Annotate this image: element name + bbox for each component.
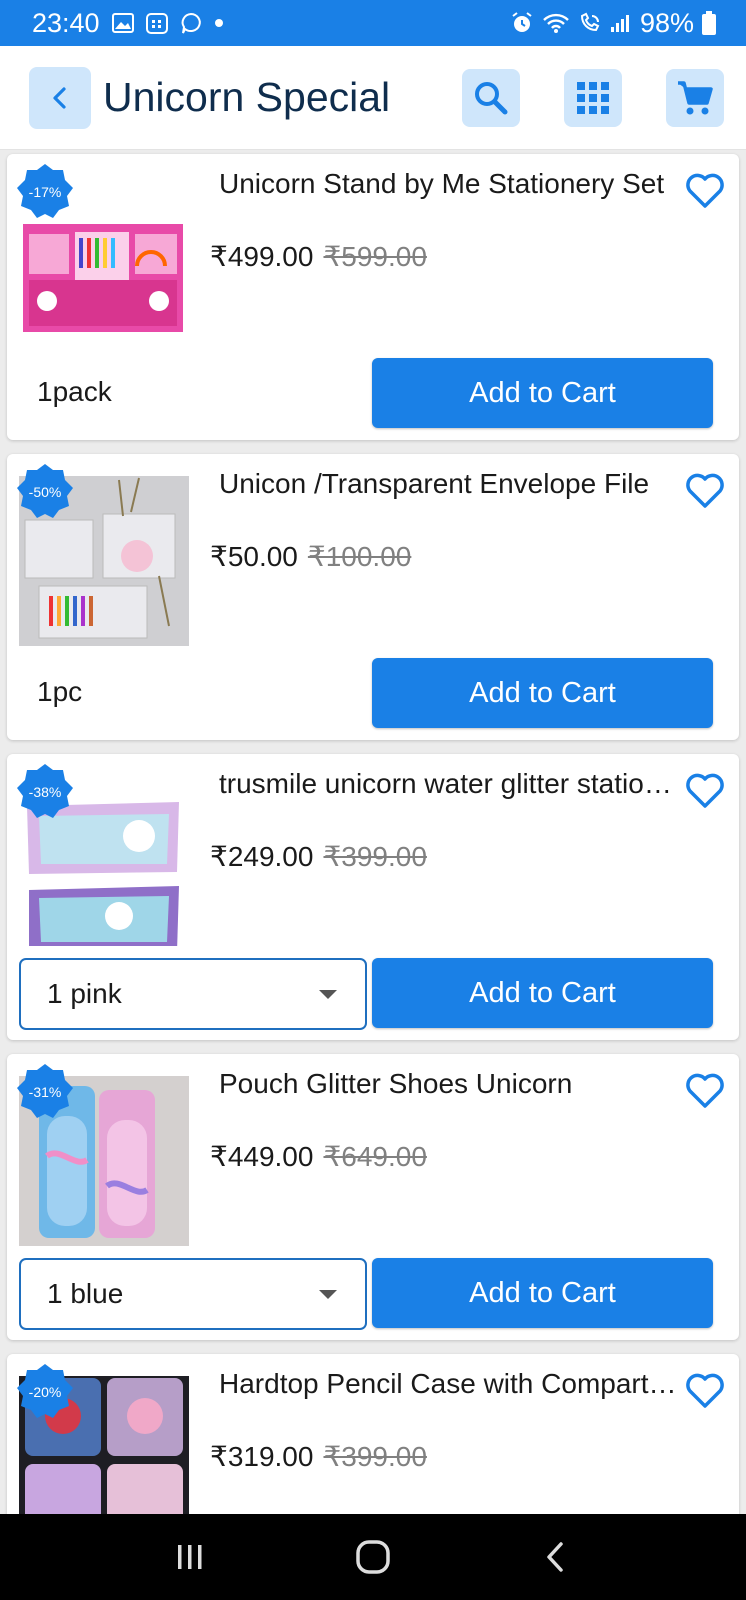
product-title[interactable]: Pouch Glitter Shoes Unicorn [219,1068,679,1100]
price-row: ₹499.00 ₹599.00 [210,240,427,273]
status-bar: 23:40 98% [0,0,746,46]
add-to-cart-button[interactable]: Add to Cart [372,658,713,728]
recent-apps-icon[interactable] [172,1539,208,1575]
wifi-icon [542,12,570,34]
discount-badge: -50% [17,464,73,520]
search-button[interactable] [462,68,520,127]
dot-icon [214,18,224,28]
system-nav-bar [0,1514,746,1600]
product-price: ₹249.00 [210,841,314,872]
product-price: ₹449.00 [210,1141,314,1172]
heart-icon[interactable] [683,168,727,212]
variant-value: 1 pink [47,978,122,1009]
heart-icon[interactable] [683,1368,727,1412]
status-time: 23:40 [32,7,100,38]
product-unit: 1pack [37,376,112,407]
back-button[interactable] [29,66,91,129]
search-icon [475,81,508,114]
discount-badge: -17% [17,164,73,220]
add-to-cart-button[interactable]: Add to Cart [372,358,713,428]
product-old-price: ₹399.00 [323,841,427,872]
product-old-price: ₹599.00 [323,241,427,272]
discount-badge: -20% [17,1364,73,1420]
product-card[interactable]: -20% Hardtop Pencil Case with Compartmen… [7,1354,739,1514]
grid-view-button[interactable] [564,68,622,127]
home-icon[interactable] [353,1537,393,1577]
product-title[interactable]: trusmile unicorn water glitter stationer… [219,768,679,800]
signal-icon [610,13,632,33]
alarm-icon [510,11,534,35]
product-list[interactable]: -17% Unicorn Stand by Me Stationery Set … [0,150,746,1514]
dropdown-arrow-icon [319,1290,337,1299]
heart-icon[interactable] [683,1068,727,1112]
product-price: ₹50.00 [210,541,298,572]
heart-icon[interactable] [683,768,727,812]
product-card[interactable]: -38% trusmile unicorn water glitter stat… [7,754,739,1040]
variant-select[interactable]: 1 blue [19,1258,367,1330]
product-price: ₹319.00 [210,1441,314,1472]
product-old-price: ₹649.00 [323,1141,427,1172]
battery-icon [702,11,716,35]
product-title[interactable]: Hardtop Pencil Case with Compartments [219,1368,679,1400]
cart-icon [678,80,713,114]
wifi-call-icon [578,12,602,34]
add-to-cart-button[interactable]: Add to Cart [372,1258,713,1328]
back-icon[interactable] [538,1539,574,1575]
product-card[interactable]: -17% Unicorn Stand by Me Stationery Set … [7,154,739,440]
product-old-price: ₹100.00 [307,541,412,572]
product-price: ₹499.00 [210,241,314,272]
product-unit: 1pc [37,676,83,707]
chevron-left-icon [53,86,66,109]
price-row: ₹319.00 ₹399.00 [210,1440,427,1473]
product-title[interactable]: Unicorn Stand by Me Stationery Set [219,168,679,200]
gallery-icon [111,13,134,33]
product-old-price: ₹399.00 [323,1441,427,1472]
discount-badge: -38% [17,764,73,820]
battery-percent: 98% [639,7,694,38]
price-row: ₹50.00 ₹100.00 [210,540,411,573]
discount-badge: -31% [17,1064,73,1120]
product-title[interactable]: Unicon /Transparent Envelope File [219,468,679,500]
grid-icon [577,81,609,114]
page-title: Unicorn Special [103,74,391,120]
app-bar: Unicorn Special [0,46,746,150]
product-card[interactable]: -31% Pouch Glitter Shoes Unicorn ₹449.00… [7,1054,739,1340]
price-row: ₹249.00 ₹399.00 [210,840,427,873]
product-card[interactable]: -50% Unicon /Transparent Envelope File ₹… [7,454,739,740]
variant-value: 1 blue [47,1278,124,1309]
dropdown-arrow-icon [319,990,337,999]
price-row: ₹449.00 ₹649.00 [210,1140,427,1173]
heart-icon[interactable] [683,468,727,512]
variant-select[interactable]: 1 pink [19,958,367,1030]
cart-button[interactable] [666,68,724,127]
calendar-icon [145,12,168,34]
add-to-cart-button[interactable]: Add to Cart [372,958,713,1028]
chat-icon [180,12,202,34]
